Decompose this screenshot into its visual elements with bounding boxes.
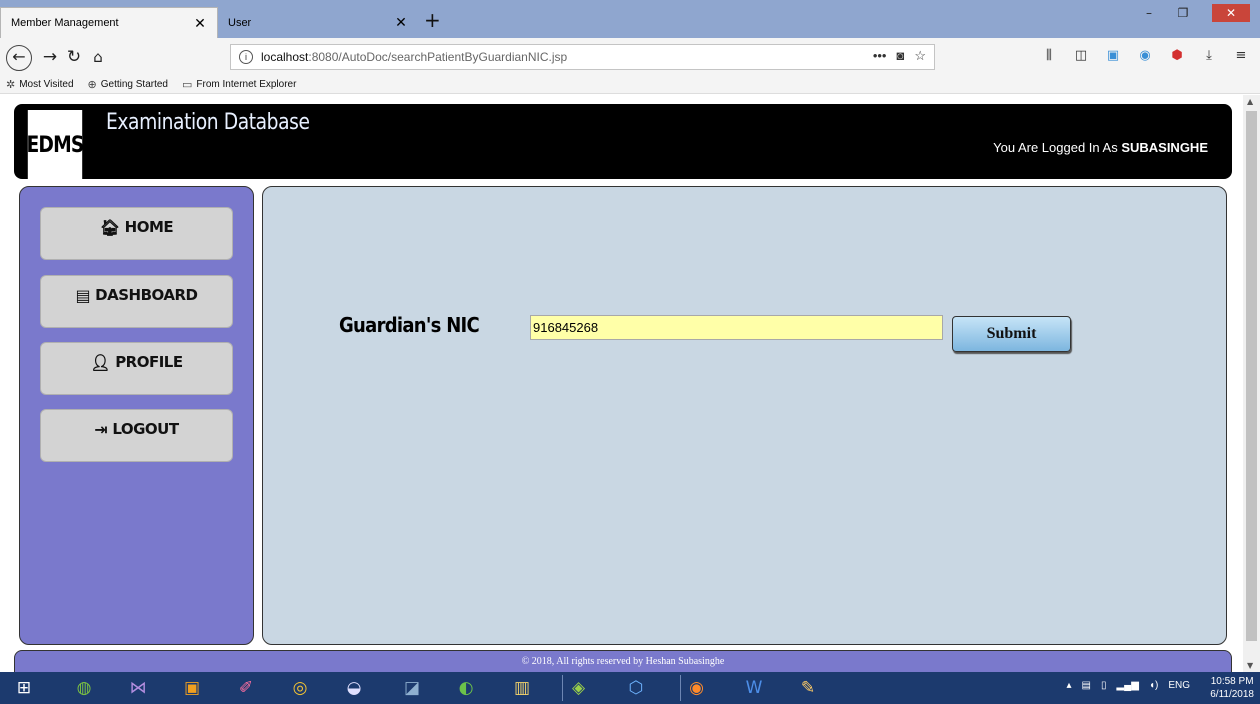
visual-studio-icon[interactable]: ⋈ [122,675,154,701]
sidebar-item-label: LOGOUT [112,420,179,438]
scroll-down-icon[interactable]: ▼ [1247,661,1253,670]
menu-icon[interactable]: ≡ [1232,48,1250,63]
paint-app-icon[interactable]: ✐ [230,675,262,701]
bookmark-label: Most Visited [19,79,74,90]
url-actions: ••• ◙ ☆ [873,48,926,64]
sidebar-item-label: DASHBOARD [95,286,198,304]
back-button[interactable]: ← [6,45,32,71]
adblock-icon[interactable]: ⬢ [1168,48,1186,63]
bookmarks-bar: ✲ Most Visited ⊕ Getting Started ▭ From … [0,76,1260,94]
info-icon[interactable]: i [239,50,253,64]
volume-icon[interactable]: ◖) [1149,680,1158,691]
extension-icon[interactable]: ◉ [1136,48,1154,63]
word-icon[interactable]: W [738,675,770,701]
submit-button[interactable]: Submit [952,316,1071,352]
guardian-nic-input[interactable] [530,315,943,340]
globe-icon: ⊕ [87,79,97,91]
taskbar-clock[interactable]: 10:58 PM 6/11/2018 [1210,675,1254,701]
url-path: :8080/AutoDoc/searchPatientByGuardianNIC… [308,50,568,64]
eclipse-icon[interactable]: ◒ [338,675,370,701]
sidebar-item-label: PROFILE [115,353,183,371]
app-title: Examination Database [106,110,310,135]
browser-tab-bar: Member Management ✕ User ✕ + – ❐ ✕ [0,0,1260,38]
page-actions-icon[interactable]: ••• [873,48,887,64]
bookmark-star-icon[interactable]: ☆ [914,48,926,64]
gear-icon: ✲ [6,79,16,91]
bookmark-from-ie[interactable]: ▭ From Internet Explorer [182,78,296,91]
scrollbar-thumb[interactable] [1246,111,1257,641]
page-footer: © 2018, All rights reserved by Heshan Su… [14,650,1232,672]
sidebar-item-home[interactable]: 🏠︎ HOME [40,207,233,260]
bookmark-label: Getting Started [100,79,168,90]
bookmark-getting-started[interactable]: ⊕ Getting Started [88,78,168,91]
logged-in-prefix: You Are Logged In As [993,140,1122,155]
sidebar: 🏠︎ HOME ▤ DASHBOARD 👤︎ PROFILE ⇥ LOGOUT [19,186,254,645]
tab-member-management[interactable]: Member Management ✕ [0,7,218,38]
signal-icon[interactable]: ▂▄▆ [1116,680,1138,691]
sidebar-item-dashboard[interactable]: ▤ DASHBOARD [40,275,233,328]
new-tab-button[interactable]: + [424,9,441,31]
forward-button[interactable]: → [38,45,62,69]
sidebar-item-logout[interactable]: ⇥ LOGOUT [40,409,233,462]
minimize-icon[interactable]: – [1134,4,1164,22]
network-icon[interactable]: ▤ [1082,680,1091,691]
sidebar-icon[interactable]: ◫ [1072,48,1090,63]
windows-start-icon[interactable]: ⊞ [8,675,40,701]
tab-label: User [228,16,252,29]
mysql-workbench-icon[interactable]: ◪ [396,675,428,701]
tab-label: Member Management [11,17,119,29]
library-icon[interactable]: ⫼ [1040,48,1058,63]
screenshot-icon[interactable]: ▣ [1104,48,1122,63]
sidebar-item-label: HOME [124,218,174,236]
virtualbox-icon[interactable]: ⬡ [620,675,652,701]
sublime-icon[interactable]: ▣ [176,675,208,701]
file-explorer-icon[interactable]: ▥ [506,675,538,701]
clock-time: 10:58 PM [1210,676,1254,687]
guardian-nic-label: Guardian's NIC [339,313,480,337]
scroll-up-icon[interactable]: ▲ [1247,97,1253,106]
system-tray: ▴ ▤ ▯ ▂▄▆ ◖) ENG [1066,680,1190,691]
close-icon[interactable]: ✕ [394,14,408,31]
toolbar-icons: ⫼ ◫ ▣ ◉ ⬢ ⤓ ≡ [1040,48,1250,63]
reload-button[interactable]: ↻ [62,45,86,69]
folder-icon: ▭ [182,79,193,91]
taskbar: ⊞ ◍ ⋈ ▣ ✐ ◎ ◒ ◪ ◐ ▥ ◈ ⬡ ◉ W ✎ ▴ ▤ ▯ ▂▄▆ … [0,672,1260,704]
pocket-icon[interactable]: ◙ [896,48,904,64]
logged-in-status: You Are Logged In As SUBASINGHE [993,140,1208,155]
url-bar[interactable]: i localhost:8080/AutoDoc/searchPatientBy… [230,44,935,70]
logout-icon: ⇥ [94,420,108,439]
utorrent-icon[interactable]: ◍ [68,675,100,701]
page-scrollbar[interactable]: ▲ ▼ [1243,95,1260,672]
dashboard-icon: ▤ [75,286,91,305]
clock-date: 6/11/2018 [1210,689,1254,700]
home-icon: 🏠︎ [99,218,120,237]
restore-icon[interactable]: ❐ [1168,4,1198,22]
user-icon: 👤︎ [90,353,111,372]
page-header: EDMS Examination Database You Are Logged… [14,104,1232,181]
firefox-icon[interactable]: ◉ [680,675,712,701]
language-indicator[interactable]: ENG [1168,680,1190,691]
bookmark-label: From Internet Explorer [196,79,297,90]
browser-nav-bar: ← → ↻ ⌂ i localhost:8080/AutoDoc/searchP… [0,38,1260,76]
page-viewport: EDMS Examination Database You Are Logged… [0,95,1260,672]
username: SUBASINGHE [1121,140,1208,155]
battery-icon[interactable]: ▯ [1101,680,1107,691]
window-close-button[interactable]: ✕ [1212,4,1250,22]
chrome-icon[interactable]: ◎ [284,675,316,701]
home-icon[interactable]: ⌂ [86,45,110,69]
bookmark-most-visited[interactable]: ✲ Most Visited [6,78,74,91]
sidebar-item-profile[interactable]: 👤︎ PROFILE [40,342,233,395]
download-icon[interactable]: ⤓ [1200,48,1218,63]
paint-icon[interactable]: ✎ [792,675,824,701]
url-host: localhost [261,50,309,64]
spring-tool-icon[interactable]: ◐ [450,675,482,701]
app-logo: EDMS [27,110,84,181]
tray-expand-icon[interactable]: ▴ [1066,680,1071,691]
close-icon[interactable]: ✕ [193,15,207,32]
bluestacks-icon[interactable]: ◈ [562,675,594,701]
tab-user[interactable]: User ✕ [218,7,418,38]
main-content: Guardian's NIC Submit [262,186,1227,645]
